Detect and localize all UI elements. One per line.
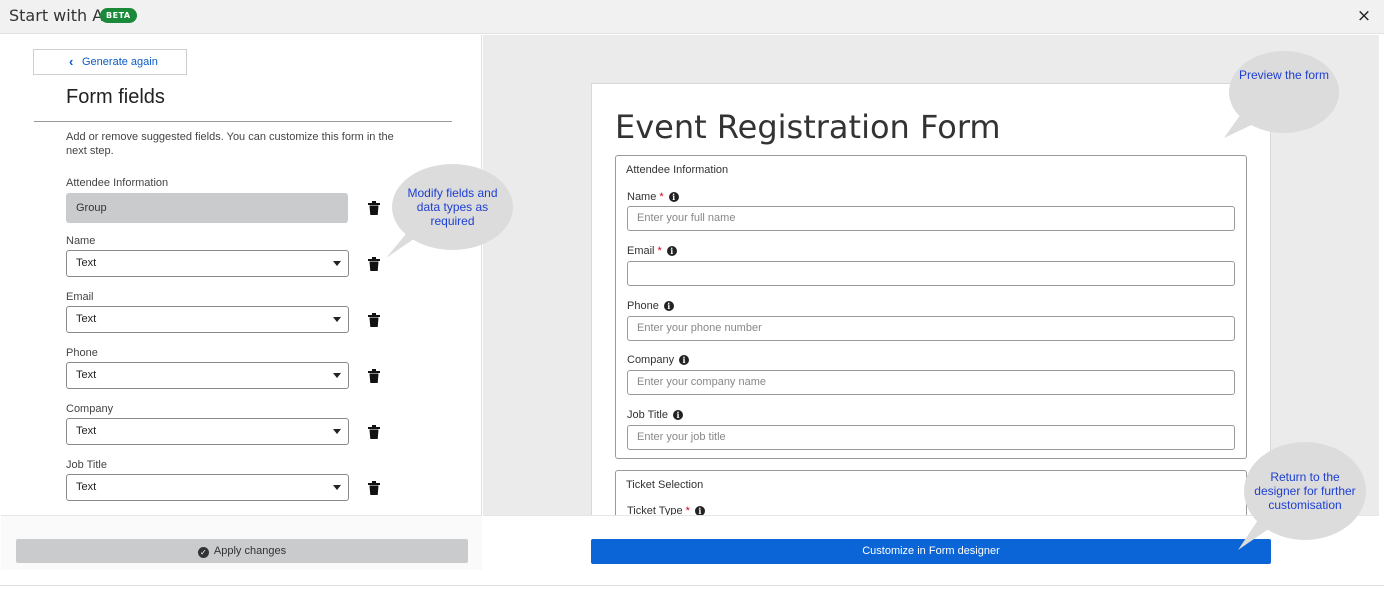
callout-return-designer: Return to the designer for further custo… [1244, 442, 1366, 540]
info-icon: i [666, 246, 677, 256]
trash-icon[interactable] [368, 481, 380, 495]
divider [34, 121, 452, 122]
field-label: Job Title [66, 459, 107, 471]
fieldset-legend: Attendee Information [626, 164, 729, 176]
field-type-select[interactable]: Text [66, 306, 349, 333]
required-asterisk: * [657, 245, 662, 257]
callout-modify-fields: Modify fields and data types as required [392, 164, 513, 250]
field-type-group: Group [66, 193, 348, 223]
company-input[interactable]: Enter your company name [627, 370, 1235, 395]
name-input[interactable]: Enter your full name [627, 206, 1235, 231]
caret-down-icon [333, 485, 341, 490]
trash-icon[interactable] [368, 257, 380, 271]
field-label: Phone [66, 347, 98, 359]
info-icon: i [672, 410, 683, 420]
dialog-title: Start with AI [9, 6, 108, 25]
fieldset-attendee-information: Attendee Information Name * i Enter your f… [615, 155, 1247, 459]
form-title: Event Registration Form [615, 108, 1001, 146]
caret-down-icon [333, 317, 341, 322]
field-type-select[interactable]: Text [66, 362, 349, 389]
preview-field-label: Email * i [627, 245, 677, 257]
field-label: Attendee Information [66, 177, 169, 189]
field-type-select[interactable]: Text [66, 474, 349, 501]
info-icon: i [694, 506, 705, 515]
preview-field-label: Name * i [627, 191, 679, 203]
trash-icon[interactable] [368, 369, 380, 383]
generate-again-button[interactable]: ‹ Generate again [33, 49, 187, 75]
chevron-left-icon: ‹ [69, 54, 74, 69]
field-label: Name [66, 235, 96, 247]
form-fields-panel: ‹ Generate again Form fields Add or remo… [1, 35, 482, 515]
field-type-select[interactable]: Text [66, 250, 349, 277]
trash-icon[interactable] [368, 313, 380, 327]
info-icon: i [668, 192, 679, 202]
form-preview: Event Registration Form Attendee Informa… [591, 83, 1271, 515]
check-circle-icon: ✓ [197, 547, 209, 558]
field-type-select[interactable]: Text [66, 418, 349, 445]
preview-field-label: Job Title i [627, 409, 683, 421]
dialog-bottom-border [0, 585, 1384, 586]
caret-down-icon [333, 429, 341, 434]
field-label: Email [66, 291, 94, 303]
customize-in-form-designer-button[interactable]: Customize in Form designer [591, 539, 1271, 564]
preview-field-label: Company i [627, 354, 690, 366]
apply-changes-button[interactable]: ✓ Apply changes [16, 539, 468, 563]
close-button[interactable]: × [1355, 7, 1373, 25]
info-icon: i [663, 301, 674, 311]
preview-field-label: Phone i [627, 300, 674, 312]
fieldset-legend: Ticket Selection [626, 479, 704, 491]
caret-down-icon [333, 261, 341, 266]
caret-down-icon [333, 373, 341, 378]
dialog-footer: ✓ Apply changes Customize in Form designe… [0, 515, 1384, 589]
required-asterisk: * [659, 191, 664, 203]
field-label: Company [66, 403, 114, 415]
trash-icon[interactable] [368, 425, 380, 439]
job-title-input[interactable]: Enter your job title [627, 425, 1235, 450]
required-asterisk: * [685, 505, 690, 515]
phone-input[interactable]: Enter your phone number [627, 316, 1235, 341]
beta-badge: BETA [100, 8, 137, 23]
panel-description: Add or remove suggested fields. You can … [66, 131, 394, 157]
trash-icon[interactable] [368, 201, 380, 215]
callout-preview-form: Preview the form [1229, 51, 1339, 133]
panel-title: Form fields [66, 86, 165, 108]
dialog-header: Start with AI BETA × [0, 0, 1384, 34]
info-icon: i [679, 355, 690, 365]
email-input[interactable] [627, 261, 1235, 286]
fieldset-ticket-selection: Ticket Selection Ticket Type * i [615, 470, 1247, 515]
preview-field-label: Ticket Type * i [627, 505, 705, 515]
